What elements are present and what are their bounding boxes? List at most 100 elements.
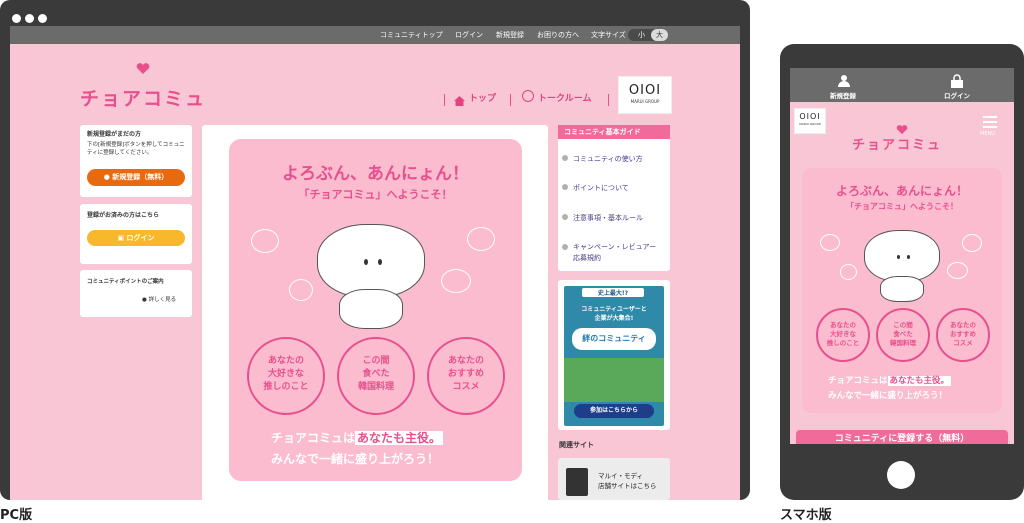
divider — [510, 94, 511, 106]
hamburger-menu-icon[interactable] — [983, 116, 997, 128]
heart-icon — [136, 60, 150, 74]
heart-icon — [896, 120, 908, 135]
link-top[interactable]: トップ — [469, 91, 496, 104]
marui-logo[interactable]: OIOI MARUI GROUP — [794, 108, 826, 134]
divider — [444, 94, 445, 106]
building-icon — [566, 468, 588, 496]
marui-logo-sub: MARUI GROUP — [630, 99, 660, 104]
link-talkroom[interactable]: トークルーム — [538, 91, 591, 104]
nav-font-size-label: 文字サイズ — [591, 31, 626, 39]
phone-hero-panel: よろぶん、あんにょん！ 「チョアコミュ」へようこそ！ あなたの 大好きな 推しの… — [802, 168, 1002, 413]
event-banner-card[interactable]: 史上最大!? コミュニティユーザーと 企業が大集合! 絆のコミュニティ 参加はこ… — [558, 280, 670, 430]
tagline-pre: チョアコミュは — [828, 376, 888, 386]
font-size-small-button[interactable]: 小 — [638, 30, 645, 40]
login-card: 登録がお済みの方はこちら ▣ ログイン — [80, 204, 192, 264]
circle-text: あなたの — [447, 356, 484, 366]
phone-login-link[interactable]: ログイン — [944, 90, 970, 100]
tagline: チョアコミュは あなたも主役。 — [828, 374, 952, 386]
nav-signup[interactable]: 新規登録 — [496, 30, 524, 40]
circle-text: 食べた — [362, 369, 390, 379]
chat-bubble-icon — [947, 262, 968, 279]
phone-register-button[interactable]: コミュニティに登録する（無料） — [796, 430, 1008, 444]
hero-title: よろぶん、あんにょん！ — [835, 184, 968, 198]
smile-bubble-icon — [962, 234, 982, 252]
topic-circle-food: この間 食べた 韓国料理 — [337, 337, 415, 415]
banner-line1: コミュニティユーザーと — [581, 306, 647, 313]
nav-login[interactable]: ログイン — [455, 30, 483, 40]
mascot-body — [339, 289, 403, 329]
pc-top-nav: コミュニティトップ ログイン 新規登録 お困りの方へ 文字サイズ 小 大 — [10, 26, 740, 44]
lock-icon: ▣ — [117, 234, 125, 242]
tagline-line2: みんなで一緒に盛り上がろう！ — [828, 391, 948, 401]
site-logo[interactable]: チョアコミュ — [80, 84, 206, 111]
phone-home-button[interactable] — [887, 461, 915, 489]
points-link-label: 詳しく見る — [148, 297, 177, 303]
pc-screen: コミュニティトップ ログイン 新規登録 お困りの方へ 文字サイズ 小 大 チョア… — [10, 26, 740, 500]
phone-top-bar: 新規登録 ログイン — [790, 68, 1014, 102]
circle-text: 食べた — [893, 330, 913, 338]
marui-logo[interactable]: OIOI MARUI GROUP — [618, 76, 672, 114]
circle-text: コスメ — [452, 382, 480, 392]
mascot — [864, 230, 940, 282]
divider — [608, 94, 609, 106]
tagline-line2: みんなで一緒に盛り上がろう！ — [271, 452, 440, 466]
banner-top: 史上最大!? — [582, 288, 644, 297]
talk-bubble-icon — [522, 90, 534, 102]
circle-text: あなたの — [950, 321, 976, 329]
circle-text: 大好きな — [267, 369, 304, 379]
signup-title: 新規登録がまだの方 — [87, 131, 142, 138]
circle-text: おすすめ — [950, 330, 976, 338]
chat-bubble-icon — [820, 234, 840, 251]
tagline-pre: チョアコミュは — [271, 431, 356, 445]
guide-item[interactable]: ポイントについて — [573, 183, 629, 193]
phone-signup-link[interactable]: 新規登録 — [830, 90, 856, 100]
nav-community-top[interactable]: コミュニティトップ — [380, 30, 443, 40]
related-site-card[interactable]: マルイ・モディ 店舗サイトはこちら — [558, 458, 670, 500]
guide-title: コミュニティ基本ガイド — [558, 125, 670, 139]
circle-text: 大好きな — [830, 330, 856, 338]
circle-text: コスメ — [953, 339, 973, 347]
smile-bubble-icon — [467, 227, 495, 251]
sp-label: スマホ版 — [780, 508, 832, 523]
hero-subtitle: 「チョアコミュ」へようこそ！ — [846, 202, 958, 211]
circle-text: あなたの — [267, 356, 304, 366]
tagline: チョアコミュは あなたも主役。 — [271, 429, 444, 446]
bullet-icon — [562, 214, 568, 220]
banner-line2: 企業が大集合! — [594, 315, 634, 322]
marui-logo-sub: MARUI GROUP — [799, 122, 821, 126]
user-icon: ● — [103, 173, 110, 181]
signup-card: 新規登録がまだの方 下の[新規登録]ボタンを押してコミュニティに登録してください… — [80, 125, 192, 197]
chat-bubble-icon — [251, 229, 279, 253]
login-button[interactable]: ▣ ログイン — [87, 230, 185, 246]
topic-circle-oshi: あなたの 大好きな 推しのこと — [816, 308, 870, 362]
guide-item[interactable]: キャンペーン・レビュアー — [573, 242, 656, 252]
tagline-highlight: あなたも主役。 — [887, 376, 952, 386]
circle-text: この間 — [893, 321, 913, 329]
circle-text: 韓国料理 — [357, 382, 394, 392]
points-link[interactable]: ● 詳しく見る — [142, 296, 176, 305]
tagline-highlight: あなたも主役。 — [355, 431, 444, 445]
signup-button-label: 新規登録（無料） — [112, 173, 169, 181]
guide-item[interactable]: 注意事項・基本ルール — [573, 213, 643, 223]
site-logo[interactable]: チョアコミュ — [852, 134, 942, 153]
font-size-large-button[interactable]: 大 — [651, 29, 668, 41]
signup-desc: 下の[新規登録]ボタンを押してコミュニティに登録してください。 — [87, 142, 185, 156]
guide-item[interactable]: 応募規約 — [573, 253, 601, 263]
bullet-icon — [562, 244, 568, 250]
nav-help[interactable]: お困りの方へ — [537, 30, 579, 40]
bullet-icon — [562, 184, 568, 190]
banner-main: 絆のコミュニティ — [572, 328, 656, 350]
signup-button[interactable]: ● 新規登録（無料） — [87, 169, 185, 186]
circle-text: 推しのこと — [826, 339, 860, 347]
circle-text: あなたの — [830, 321, 856, 329]
smile-bubble-icon — [840, 264, 857, 280]
banner-join-button[interactable]: 参加はこちらから — [574, 404, 654, 418]
login-button-label: ログイン — [126, 234, 155, 242]
circle-text: 推しのこと — [263, 382, 309, 392]
guide-item[interactable]: コミュニティの使い方 — [573, 154, 643, 164]
chat-bubble-icon — [441, 269, 471, 293]
bullet-icon — [562, 155, 568, 161]
topic-circle-oshi: あなたの 大好きな 推しのこと — [247, 337, 325, 415]
points-card: コミュニティポイントのご案内 ● 詳しく見る — [80, 270, 192, 317]
phone-screen: 新規登録 ログイン OIOI MARUI GROUP MENU チョアコミュ よ… — [790, 68, 1014, 444]
